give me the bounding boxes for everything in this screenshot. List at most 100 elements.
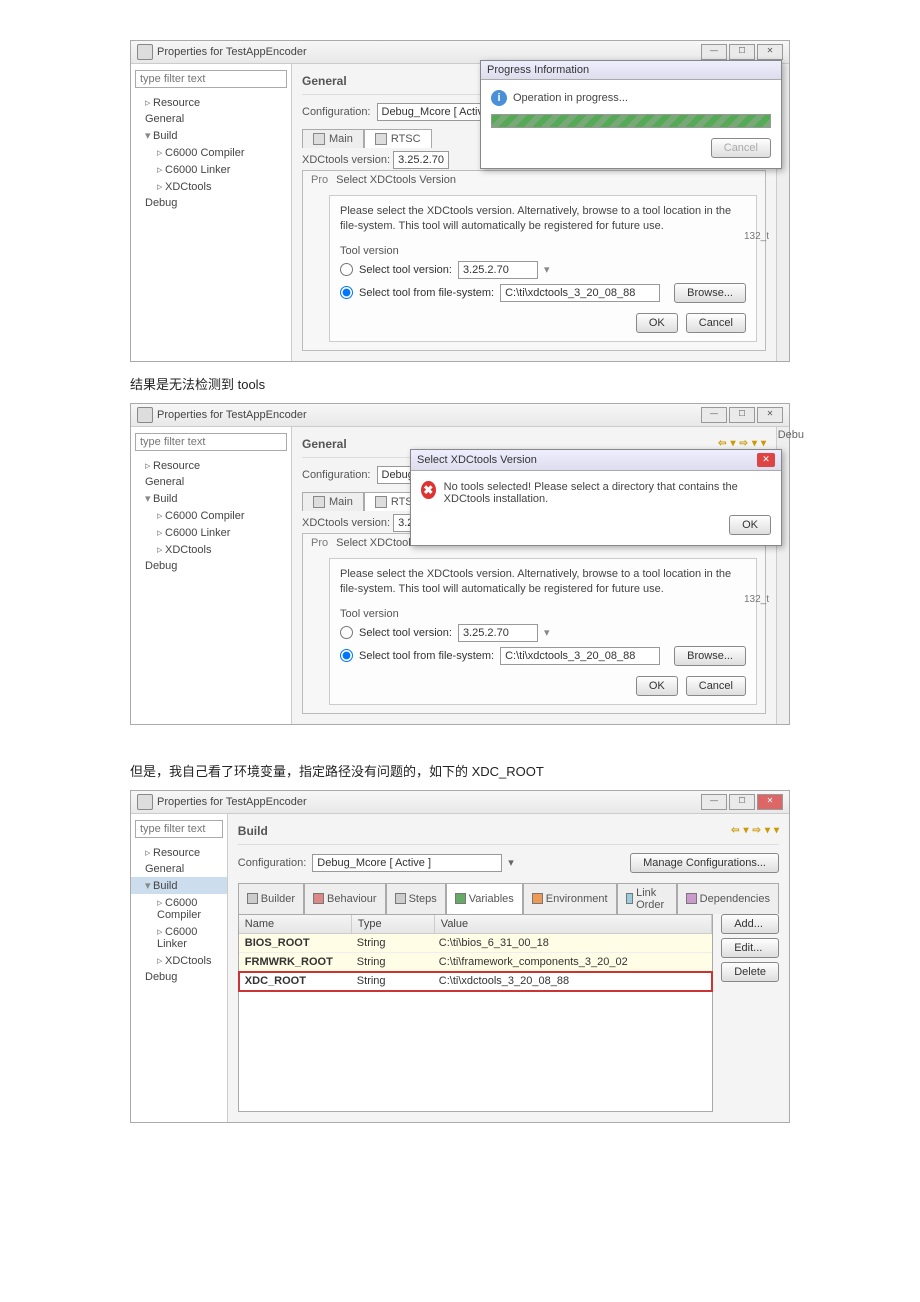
error-ok-button[interactable]: OK xyxy=(729,515,771,535)
config-combo[interactable]: Debug_Mcore [ Active ] xyxy=(312,854,502,872)
radio-select-filesystem[interactable] xyxy=(340,649,353,662)
select-xdctools-dialog: ProSelect XDCtools Version Please select… xyxy=(302,170,766,351)
tree-xdctools[interactable]: ▹XDCtools xyxy=(131,952,227,969)
tree-resource[interactable]: ▹Resource xyxy=(131,94,291,111)
col-name[interactable]: Name xyxy=(239,915,352,933)
close-button[interactable]: ✕ xyxy=(757,44,783,60)
window-titlebar: Properties for TestAppEncoder — ☐ ✕ xyxy=(131,791,789,814)
tab-behaviour[interactable]: Behaviour xyxy=(304,883,386,914)
add-button[interactable]: Add... xyxy=(721,914,779,934)
error-dialog: Select XDCtools Version✕ ✖No tools selec… xyxy=(410,449,782,546)
fwd-icon[interactable]: ⇨ xyxy=(740,438,748,449)
error-close-button[interactable]: ✕ xyxy=(757,453,775,467)
radio-select-filesystem-label: Select tool from file-system: xyxy=(359,287,494,299)
tab-main-icon xyxy=(313,496,325,508)
tree-xdctools[interactable]: ▹XDCtools xyxy=(131,541,291,558)
tab-link-order[interactable]: Link Order xyxy=(617,883,677,914)
tab-steps[interactable]: Steps xyxy=(386,883,446,914)
filter-input[interactable] xyxy=(135,70,287,88)
close-button[interactable]: ✕ xyxy=(757,407,783,423)
close-button[interactable]: ✕ xyxy=(757,794,783,810)
manage-configurations-button[interactable]: Manage Configurations... xyxy=(630,853,779,873)
screenshot-2: Properties for TestAppEncoder — ☐ ✕ ▹Res… xyxy=(130,403,790,725)
tree-build[interactable]: ▾Build xyxy=(131,127,291,144)
version-combo[interactable]: 3.25.2.70 xyxy=(458,624,538,642)
browse-button[interactable]: Browse... xyxy=(674,283,746,303)
xdc-version-field[interactable]: 3.25.2.70 xyxy=(393,151,449,169)
tree-general[interactable]: General xyxy=(131,111,291,127)
maximize-button[interactable]: ☐ xyxy=(729,44,755,60)
fwd-icon[interactable]: ⇨ xyxy=(753,825,761,836)
tree-c6000-compiler[interactable]: ▹C6000 Compiler xyxy=(131,507,291,524)
tree-c6000-compiler[interactable]: ▹C6000 Compiler xyxy=(131,144,291,161)
xdc-version-label: XDCtools version: xyxy=(302,154,390,166)
back-icon[interactable]: ⇦ xyxy=(718,438,726,449)
tree-c6000-linker[interactable]: ▹C6000 Linker xyxy=(131,923,227,952)
config-label: Configuration: xyxy=(238,857,307,869)
tree-c6000-linker[interactable]: ▹C6000 Linker xyxy=(131,161,291,178)
tree-resource[interactable]: ▹Resource xyxy=(131,844,227,861)
tree-c6000-compiler[interactable]: ▹C6000 Compiler xyxy=(131,894,227,923)
content-pane: Build ⇦▾⇨▾▾ Configuration: Debug_Mcore [… xyxy=(228,814,789,1122)
browse-button[interactable]: Browse... xyxy=(674,646,746,666)
config-label: Configuration: xyxy=(302,469,371,481)
radio-select-version[interactable] xyxy=(340,626,353,639)
variables-table: Name Type Value BIOS_ROOTStringC:\ti\bio… xyxy=(238,914,713,1112)
select-dialog-title: Select XDCtools Version xyxy=(336,174,456,186)
var-row-frmwrk[interactable]: FRMWRK_ROOTStringC:\ti\framework_compone… xyxy=(239,953,712,972)
tab-main-icon xyxy=(313,133,325,145)
filesystem-path-field[interactable]: C:\ti\xdctools_3_20_08_88 xyxy=(500,284,660,302)
tab-rtsc-icon xyxy=(375,133,387,145)
radio-select-filesystem[interactable] xyxy=(340,286,353,299)
filesystem-path-field[interactable]: C:\ti\xdctools_3_20_08_88 xyxy=(500,647,660,665)
tab-environment[interactable]: Environment xyxy=(523,883,617,914)
tree-debug[interactable]: Debug xyxy=(131,558,291,574)
filter-input[interactable] xyxy=(135,820,223,838)
delete-button[interactable]: Delete xyxy=(721,962,779,982)
tree-build[interactable]: ▾Build xyxy=(131,877,227,894)
tab-builder[interactable]: Builder xyxy=(238,883,304,914)
tree-xdctools[interactable]: ▹XDCtools xyxy=(131,178,291,195)
pro-label: Pro xyxy=(311,174,328,186)
version-combo[interactable]: 3.25.2.70 xyxy=(458,261,538,279)
var-row-xdc[interactable]: XDC_ROOTStringC:\ti\xdctools_3_20_08_88 xyxy=(239,972,712,991)
ok-button[interactable]: OK xyxy=(636,676,678,696)
select-xdctools-dialog: ProSelect XDCtools Version Please select… xyxy=(302,533,766,714)
tab-rtsc-icon xyxy=(375,496,387,508)
tab-main[interactable]: Main xyxy=(302,129,364,148)
ok-button[interactable]: OK xyxy=(636,313,678,333)
tree-debug[interactable]: Debug xyxy=(131,195,291,211)
back-icon[interactable]: ⇦ xyxy=(731,825,739,836)
cancel-button[interactable]: Cancel xyxy=(686,676,746,696)
cancel-button[interactable]: Cancel xyxy=(686,313,746,333)
tab-rtsc[interactable]: RTSC xyxy=(364,129,432,148)
tab-variables[interactable]: Variables xyxy=(446,883,523,914)
progress-text: Operation in progress... xyxy=(513,92,628,104)
maximize-button[interactable]: ☐ xyxy=(729,794,755,810)
tree-general[interactable]: General xyxy=(131,861,227,877)
minimize-button[interactable]: — xyxy=(701,794,727,810)
progress-cancel-button[interactable]: Cancel xyxy=(711,138,771,158)
filter-input[interactable] xyxy=(135,433,287,451)
tree-build[interactable]: ▾Build xyxy=(131,490,291,507)
content-pane: General ⇦▾⇨▾▾ Configuration: Debug_Mcore… xyxy=(292,427,776,724)
edit-button[interactable]: Edit... xyxy=(721,938,779,958)
tree-general[interactable]: General xyxy=(131,474,291,490)
window-title: Properties for TestAppEncoder xyxy=(157,409,307,421)
progress-title: Progress Information xyxy=(487,64,589,76)
tree-resource[interactable]: ▹Resource xyxy=(131,457,291,474)
radio-select-version[interactable] xyxy=(340,263,353,276)
col-value[interactable]: Value xyxy=(435,915,712,933)
tab-main[interactable]: Main xyxy=(302,492,364,511)
nav-sidebar: ▹Resource General ▾Build ▹C6000 Compiler… xyxy=(131,427,292,724)
caption-1: 结果是无法检测到 tools xyxy=(130,374,790,393)
progress-dialog: Progress Information iOperation in progr… xyxy=(480,60,782,169)
maximize-button[interactable]: ☐ xyxy=(729,407,755,423)
col-type[interactable]: Type xyxy=(352,915,435,933)
tree-debug[interactable]: Debug xyxy=(131,969,227,985)
tree-c6000-linker[interactable]: ▹C6000 Linker xyxy=(131,524,291,541)
minimize-button[interactable]: — xyxy=(701,44,727,60)
minimize-button[interactable]: — xyxy=(701,407,727,423)
tab-dependencies[interactable]: Dependencies xyxy=(677,883,779,914)
var-row-bios[interactable]: BIOS_ROOTStringC:\ti\bios_6_31_00_18 xyxy=(239,934,712,953)
